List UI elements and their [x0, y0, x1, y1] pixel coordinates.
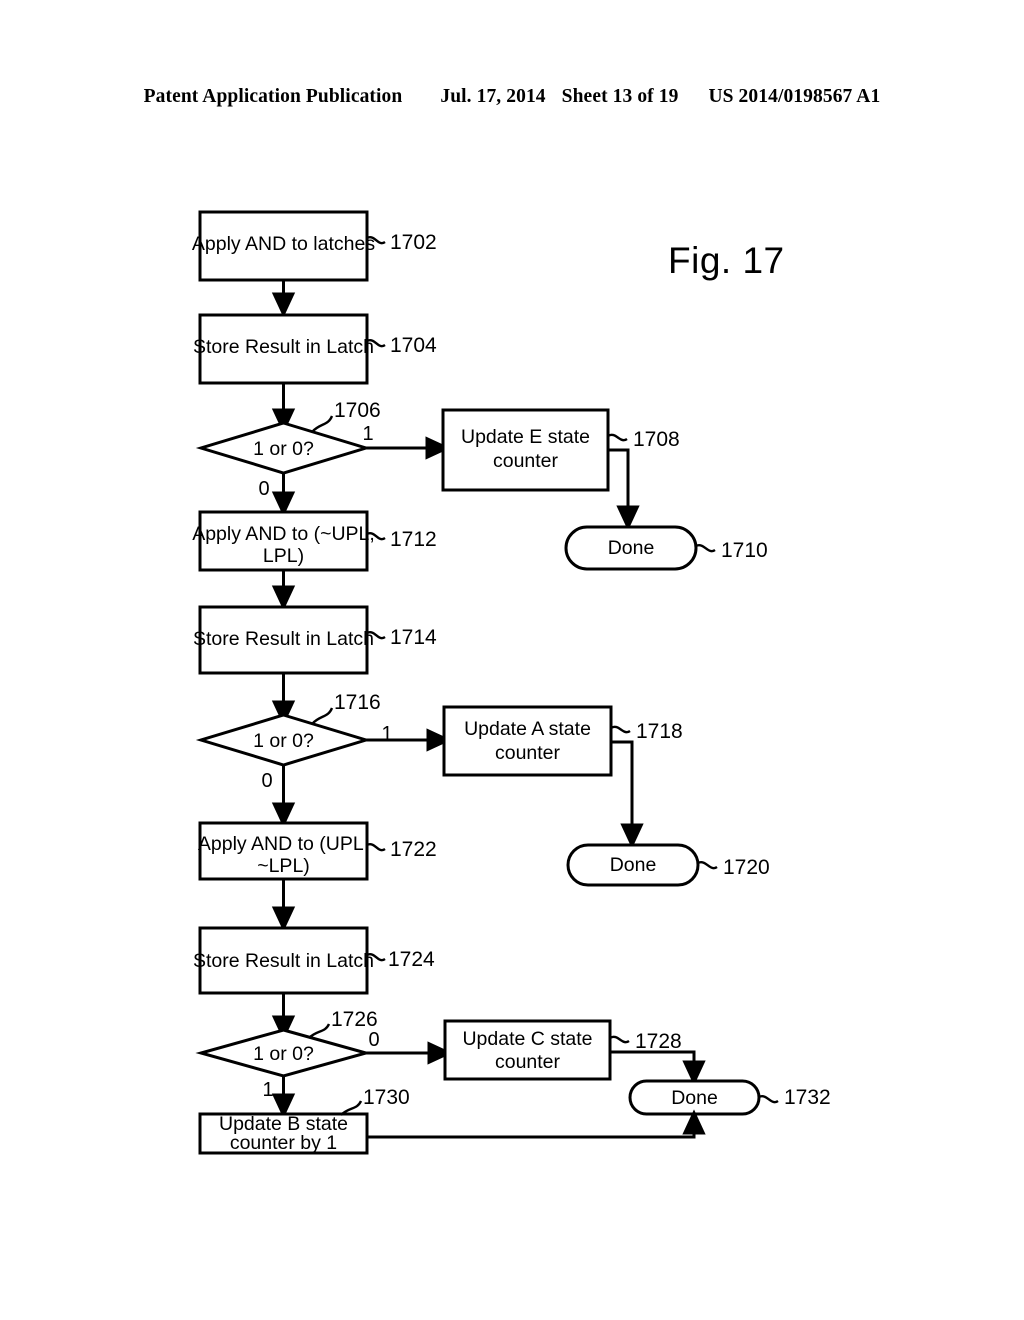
ref-1714: 1714 — [390, 626, 437, 649]
ref-1720: 1720 — [723, 856, 770, 879]
node-update-e-state-counter: Update E state counter — [441, 408, 610, 492]
leader-1708 — [607, 433, 628, 442]
node-1708-label-line2: counter — [493, 450, 559, 472]
leader-1706 — [311, 415, 334, 433]
leader-1732 — [758, 1095, 779, 1104]
ref-1730: 1730 — [363, 1086, 410, 1109]
ref-1718: 1718 — [636, 720, 683, 743]
node-store-result-in-latch-1714: Store Result in Latch — [193, 605, 374, 675]
node-apply-and-not-upl-lpl: Apply AND to (~UPL, LPL) — [192, 510, 375, 572]
node-1712-label-line2: LPL) — [263, 545, 304, 567]
node-store-result-in-latch-1704: Store Result in Latch — [193, 313, 374, 385]
ref-1712: 1712 — [390, 528, 437, 551]
node-1720-label: Done — [610, 854, 657, 876]
decision-1706-label: 1 or 0? — [253, 438, 314, 460]
node-store-result-in-latch-1724: Store Result in Latch — [193, 926, 374, 995]
edge-1728-1732 — [610, 1050, 706, 1086]
leader-1718 — [610, 725, 631, 734]
node-update-b-state-counter: Update B state counter by 1 — [198, 1112, 369, 1155]
leader-1720 — [697, 861, 718, 870]
leader-1722 — [366, 843, 386, 852]
edge-1730-1732 — [367, 1109, 706, 1139]
ref-1704: 1704 — [390, 334, 437, 357]
decision-1726: 1 or 0? — [195, 1028, 372, 1078]
node-apply-and-to-latches: Apply AND to latches — [192, 210, 375, 282]
node-1728-label-line2: counter — [495, 1051, 561, 1073]
terminator-done-1710: Done — [564, 525, 698, 571]
node-1702-label: Apply AND to latches — [192, 233, 375, 255]
leader-1726 — [308, 1023, 331, 1039]
node-1732-label: Done — [671, 1087, 718, 1109]
flowchart-17: Apply AND to latches 1702 Store Result i… — [192, 210, 831, 1155]
ref-1726: 1726 — [331, 1008, 378, 1031]
ref-1722: 1722 — [390, 838, 437, 861]
branch-label-1716-right: 1 — [381, 723, 392, 745]
decision-1726-label: 1 or 0? — [253, 1043, 314, 1065]
ref-1710: 1710 — [721, 539, 768, 562]
edge-1708-1710 — [608, 448, 640, 531]
node-1724-label: Store Result in Latch — [193, 950, 374, 972]
leader-1716 — [311, 707, 334, 725]
branch-label-1726-down: 1 — [262, 1079, 273, 1101]
branch-label-1716-down: 0 — [261, 770, 272, 792]
patent-drawing-page: Patent Application Publication Jul. 17, … — [0, 0, 1024, 1320]
ref-1728: 1728 — [635, 1030, 682, 1053]
node-1710-label: Done — [608, 537, 655, 559]
node-apply-and-upl-not-lpl: Apply AND to (UPL, ~LPL) — [198, 821, 369, 881]
edge-1718-1720 — [611, 740, 644, 849]
node-1728-label-line1: Update C state — [462, 1028, 592, 1050]
ref-1706: 1706 — [334, 399, 381, 422]
node-1718-label-line2: counter — [495, 742, 561, 764]
decision-1716-label: 1 or 0? — [253, 730, 314, 752]
ref-1732: 1732 — [784, 1086, 831, 1109]
ref-1702: 1702 — [390, 231, 437, 254]
terminator-done-1732: Done — [628, 1079, 761, 1116]
terminator-done-1720: Done — [566, 843, 700, 887]
node-1718-label-line1: Update A state — [464, 718, 591, 740]
node-update-c-state-counter: Update C state counter — [443, 1019, 612, 1081]
node-update-a-state-counter: Update A state counter — [442, 705, 613, 777]
ref-1716: 1716 — [334, 691, 381, 714]
branch-label-1706-down: 0 — [258, 478, 269, 500]
ref-1724: 1724 — [388, 948, 435, 971]
node-1722-label-line1: Apply AND to (UPL, — [198, 833, 369, 855]
node-1730-label-line2: counter by 1 — [230, 1132, 337, 1154]
ref-1708: 1708 — [633, 428, 680, 451]
leader-1710 — [695, 544, 716, 553]
node-1704-label: Store Result in Latch — [193, 336, 374, 358]
leader-1728 — [609, 1035, 630, 1044]
node-1708-label-line1: Update E state — [461, 426, 590, 448]
branch-label-1726-right: 0 — [368, 1029, 379, 1051]
decision-1706: 1 or 0? — [195, 421, 372, 475]
node-1714-label: Store Result in Latch — [193, 628, 374, 650]
node-1712-label-line1: Apply AND to (~UPL, — [192, 523, 375, 545]
branch-label-1706-right: 1 — [362, 423, 373, 445]
decision-1716: 1 or 0? — [195, 713, 372, 767]
node-1722-label-line2: ~LPL) — [257, 855, 310, 877]
